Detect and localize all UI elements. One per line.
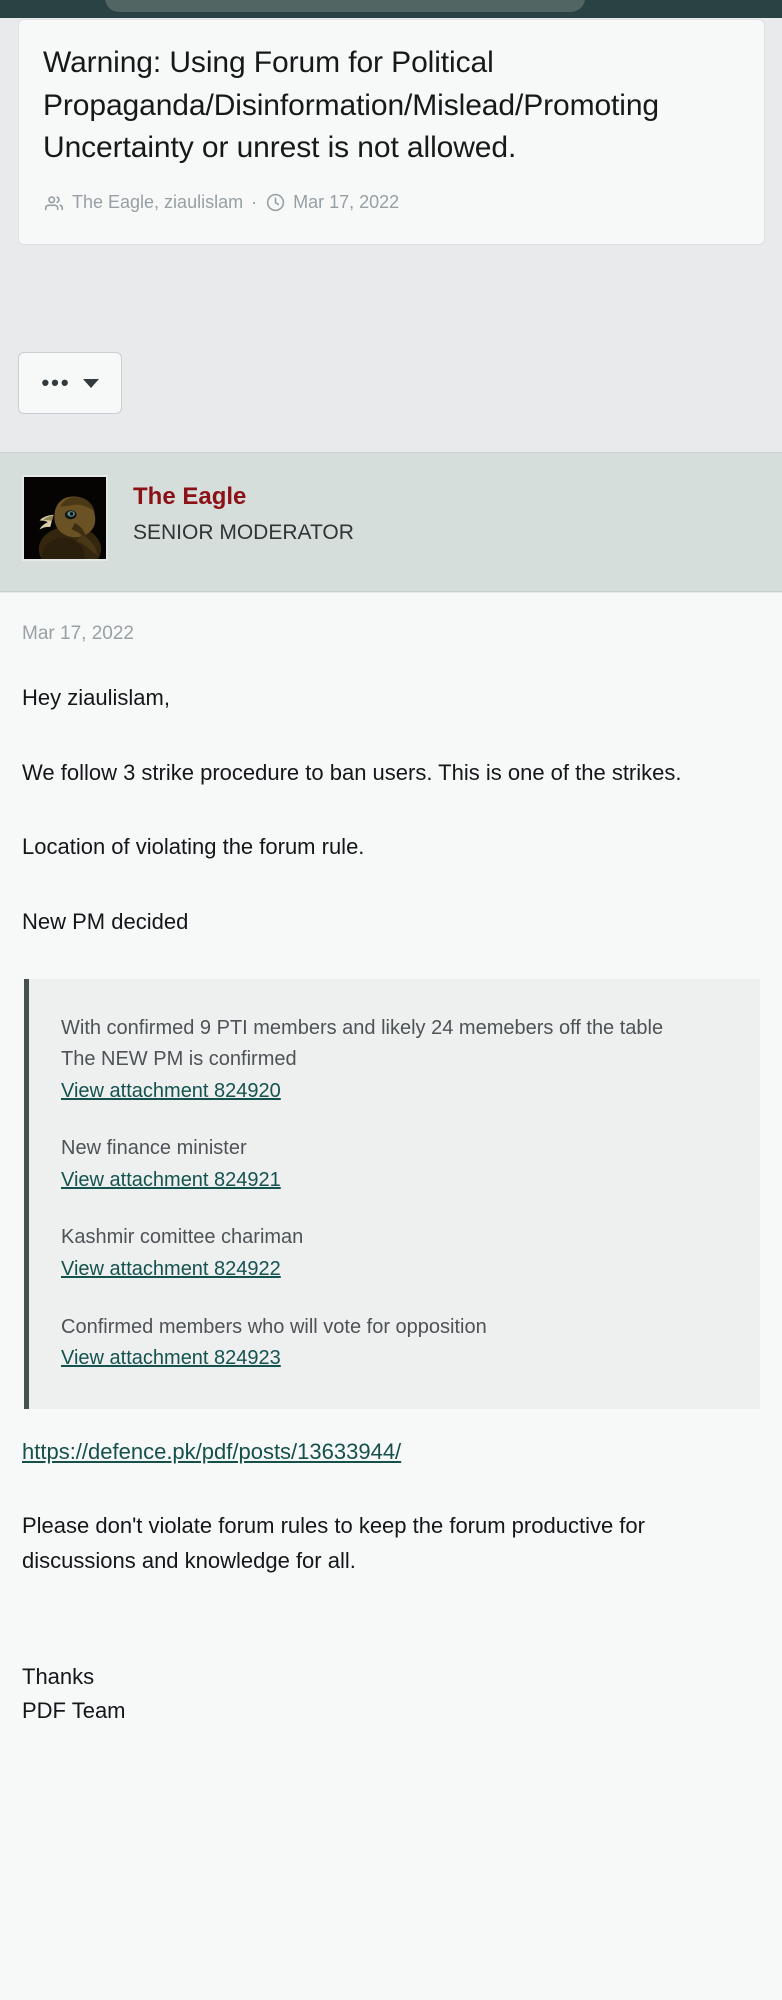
app-header-bar xyxy=(0,0,782,18)
quoted-content: With confirmed 9 PTI members and likely … xyxy=(24,978,760,1409)
author-meta: The Eagle SENIOR MODERATOR xyxy=(133,475,354,545)
quote-line: With confirmed 9 PTI members and likely … xyxy=(61,1016,664,1039)
quote-block: New finance minister View attachment 824… xyxy=(61,1133,730,1196)
source-post-link[interactable]: https://defence.pk/pdf/posts/13633944/ xyxy=(22,1435,401,1470)
sign-off-team: PDF Team xyxy=(22,1697,126,1723)
quote-line: Confirmed members who will vote for oppo… xyxy=(61,1315,487,1338)
message-paragraph-3: New PM decided xyxy=(22,908,189,934)
attachment-link[interactable]: View attachment 824922 xyxy=(61,1254,281,1286)
author-title: SENIOR MODERATOR xyxy=(133,520,354,544)
message-greeting: Hey ziaulislam, xyxy=(22,685,170,710)
signature-spacer xyxy=(22,1618,760,1660)
message-closing: Please don't violate forum rules to keep… xyxy=(22,1512,645,1574)
attachment-link[interactable]: View attachment 824923 xyxy=(61,1343,281,1375)
forum-post-page: Warning: Using Forum for Political Propa… xyxy=(0,0,782,2000)
message-body: Mar 17, 2022 Hey ziaulislam, We follow 3… xyxy=(0,593,782,2000)
ellipsis-icon: ••• xyxy=(41,370,71,395)
post-action-bar: ••• xyxy=(0,330,782,452)
message-paragraph-2: Location of violating the forum rule. xyxy=(22,834,365,860)
attachment-link[interactable]: View attachment 824921 xyxy=(61,1165,281,1197)
participants-label: The Eagle, ziaulislam xyxy=(72,192,244,213)
quote-line: New finance minister xyxy=(61,1137,247,1160)
users-icon xyxy=(43,192,65,214)
clock-icon xyxy=(265,192,286,213)
page-title: Warning: Using Forum for Political Propa… xyxy=(43,46,660,165)
more-options-button[interactable]: ••• xyxy=(18,352,122,414)
attachment-link[interactable]: View attachment 824920 xyxy=(61,1076,281,1108)
conversation-meta: The Eagle, ziaulislam · Mar 17, 2022 xyxy=(43,192,740,214)
eagle-avatar[interactable] xyxy=(22,475,108,561)
message-paragraph-1: We follow 3 strike procedure to ban user… xyxy=(22,759,682,785)
caret-down-icon xyxy=(82,378,99,388)
warning-title-card: Warning: Using Forum for Political Propa… xyxy=(18,19,765,245)
quote-line: Kashmir comittee chariman xyxy=(61,1226,304,1249)
post-date-label: Mar 17, 2022 xyxy=(293,192,400,213)
quote-block: Confirmed members who will vote for oppo… xyxy=(61,1312,730,1375)
author-header: The Eagle SENIOR MODERATOR xyxy=(0,452,782,592)
quote-line: The NEW PM is confirmed xyxy=(61,1048,297,1071)
author-name[interactable]: The Eagle xyxy=(133,483,354,512)
quote-block: With confirmed 9 PTI members and likely … xyxy=(61,1013,730,1108)
meta-separator: · xyxy=(251,192,258,213)
avatar-image xyxy=(24,477,106,559)
sign-off-thanks: Thanks xyxy=(22,1663,95,1689)
header-pill[interactable] xyxy=(105,0,585,12)
quote-block: Kashmir comittee chariman View attachmen… xyxy=(61,1222,730,1285)
message-date: Mar 17, 2022 xyxy=(22,623,134,644)
